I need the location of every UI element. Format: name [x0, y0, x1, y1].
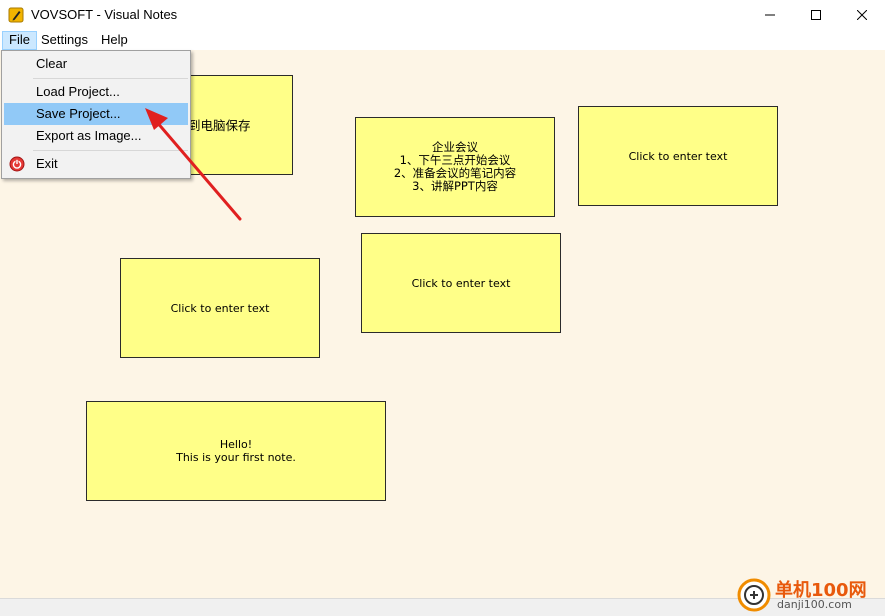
- menu-separator: [33, 78, 188, 79]
- menu-item-save-project[interactable]: Save Project...: [4, 103, 188, 125]
- window-title: VOVSOFT - Visual Notes: [31, 7, 178, 22]
- note-card[interactable]: 到电脑保存: [177, 75, 293, 175]
- menu-item-label: Export as Image...: [36, 128, 142, 143]
- menu-item-label: Exit: [36, 156, 58, 171]
- note-card[interactable]: Click to enter text: [361, 233, 561, 333]
- menu-item-exit[interactable]: Exit: [4, 153, 188, 175]
- menu-bar: File Settings Help: [0, 30, 885, 50]
- menu-item-load-project[interactable]: Load Project...: [4, 81, 188, 103]
- note-card[interactable]: Hello! This is your first note.: [86, 401, 386, 501]
- menu-item-label: Save Project...: [36, 106, 121, 121]
- watermark-logo-icon: [737, 578, 771, 612]
- file-dropdown-menu: Clear Load Project... Save Project... Ex…: [1, 50, 191, 179]
- menu-item-export-image[interactable]: Export as Image...: [4, 125, 188, 147]
- note-card[interactable]: Click to enter text: [120, 258, 320, 358]
- watermark: 单机100网 danji100.com: [737, 576, 883, 614]
- menu-item-label: Clear: [36, 56, 68, 71]
- app-icon: [8, 7, 24, 23]
- maximize-icon: [811, 10, 821, 20]
- menu-file[interactable]: File: [2, 31, 37, 50]
- note-text: Click to enter text: [628, 149, 728, 163]
- menu-item-clear[interactable]: Clear: [4, 53, 188, 75]
- close-icon: [857, 10, 867, 20]
- note-text: Click to enter text: [411, 276, 511, 290]
- menu-separator: [33, 150, 188, 151]
- maximize-button[interactable]: [793, 0, 839, 30]
- menu-help[interactable]: Help: [95, 31, 134, 50]
- power-icon: [9, 156, 25, 172]
- menu-settings[interactable]: Settings: [35, 31, 94, 50]
- note-card[interactable]: Click to enter text: [578, 106, 778, 206]
- note-card[interactable]: 企业会议 1、下午三点开始会议 2、准备会议的笔记内容 3、讲解PPT内容: [355, 117, 555, 217]
- watermark-url: danji100.com: [777, 598, 852, 611]
- minimize-icon: [765, 14, 775, 16]
- note-text: Click to enter text: [170, 301, 270, 315]
- menu-item-label: Load Project...: [36, 84, 120, 99]
- title-bar: VOVSOFT - Visual Notes: [0, 0, 885, 30]
- note-text: 企业会议 1、下午三点开始会议 2、准备会议的笔记内容 3、讲解PPT内容: [393, 140, 517, 193]
- note-text: 到电脑保存: [188, 117, 251, 133]
- close-button[interactable]: [839, 0, 885, 30]
- note-text: Hello! This is your first note.: [176, 438, 296, 464]
- minimize-button[interactable]: [747, 0, 793, 30]
